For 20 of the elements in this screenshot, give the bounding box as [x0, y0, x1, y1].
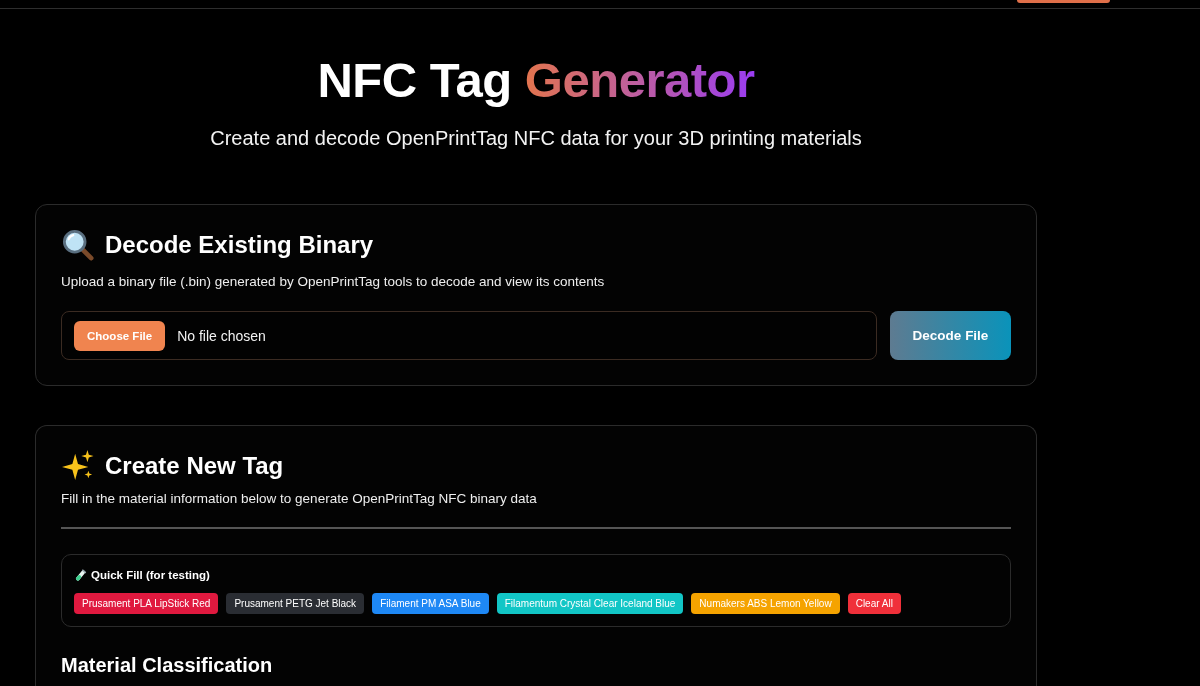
search-icon	[61, 229, 95, 261]
section-title: Create New Tag	[105, 451, 284, 481]
decode-file-button[interactable]: Decode File	[890, 311, 1011, 360]
preset-button[interactable]: Clear All	[847, 593, 901, 614]
preset-button[interactable]: Prusament PLA LipStick Red	[74, 593, 219, 614]
quick-fill-title: Quick Fill (for testing)	[91, 568, 210, 582]
preset-button[interactable]: Filamentum Crystal Clear Iceland Blue	[496, 593, 684, 614]
preset-button[interactable]: Filament PM ASA Blue	[372, 593, 489, 614]
page-subtitle: Create and decode OpenPrintTag NFC data for your 3D printing materials	[209, 126, 863, 150]
file-input-field[interactable]: Choose File No file chosen	[61, 311, 877, 360]
choose-file-button[interactable]: Choose File	[74, 320, 166, 351]
section-description: Upload a binary file (.bin) generated by OpenPrintTag tools to decode and view its contents	[61, 273, 606, 291]
section-description: Fill in the material information below to generate OpenPrintTag NFC binary data	[61, 490, 538, 508]
preset-button[interactable]: Numakers ABS Lemon Yellow	[691, 593, 840, 614]
preset-button[interactable]: Prusament PETG Jet Black	[226, 593, 365, 614]
header-button[interactable]	[1017, 0, 1110, 3]
file-status-text: No file chosen	[177, 327, 266, 344]
sparkles-icon	[61, 450, 95, 482]
subsection-heading: Material Classification	[61, 653, 274, 678]
section-title: Decode Existing Binary	[105, 230, 374, 260]
